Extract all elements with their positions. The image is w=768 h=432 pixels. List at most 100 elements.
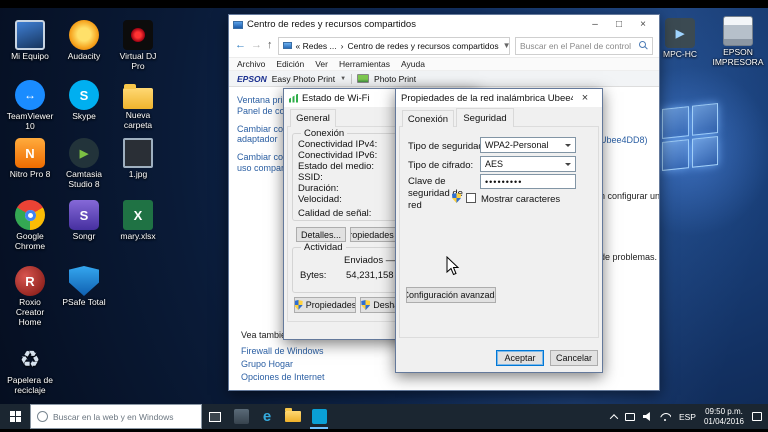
group-label: Conexión [301, 128, 348, 139]
back-button[interactable]: ← [235, 40, 246, 51]
network-window-title-bar[interactable]: Centro de redes y recursos compartidos –… [229, 15, 659, 34]
menu-bar: Archivo Edición Ver Herramientas Ayuda [229, 58, 659, 71]
close-button[interactable]: × [631, 15, 655, 34]
tray-wifi-icon[interactable] [660, 412, 671, 421]
properties-button[interactable]: Propiedades [294, 297, 356, 313]
label-ssid: SSID: [298, 172, 323, 183]
desktop-icon-audacity[interactable]: Audacity [58, 20, 110, 62]
label-ipv4: Conectividad IPv4: [298, 139, 378, 150]
label-ipv6: Conectividad IPv6: [298, 150, 378, 161]
forward-button[interactable]: → [251, 40, 262, 51]
epson-logo: EPSON [237, 73, 267, 84]
uac-shield-icon [361, 300, 371, 310]
network-icon [282, 42, 292, 49]
cancel-button[interactable]: Cancelar [550, 350, 598, 366]
start-button[interactable] [0, 404, 30, 429]
desktop-icon-mpc-hc[interactable]: ▶ MPC-HC [654, 18, 706, 60]
properties-dialog-title-bar[interactable]: Propiedades de la red inalámbrica Ubee4D… [396, 89, 602, 107]
tray-time: 09:50 p.m. [705, 406, 743, 416]
desktop-icon-1jpg[interactable]: 1.jpg [112, 138, 164, 180]
icon-label: EPSON IMPRESORA [712, 47, 764, 67]
chevron-down-icon[interactable]: ▼ [340, 76, 346, 82]
taskbar-search-box[interactable]: Buscar en la web y en Windows [30, 404, 202, 429]
breadcrumb-parent[interactable]: « Redes ... [296, 41, 337, 51]
desktop-icon-mi-equipo[interactable]: Mi Equipo [4, 20, 56, 62]
icon-label: Roxio Creator Home [15, 297, 45, 327]
window-caption-buttons: – □ × [583, 15, 655, 34]
tray-clock[interactable]: 09:50 p.m. 01/04/2016 [704, 407, 744, 427]
icon-glyph: S [79, 87, 89, 103]
system-tray: ESP 09:50 p.m. 01/04/2016 [605, 404, 768, 429]
link-firewall[interactable]: Firewall de Windows [241, 345, 325, 358]
photo-print-button[interactable]: Photo Print [374, 74, 416, 84]
desktop-icon-chrome[interactable]: Google Chrome [4, 200, 56, 252]
minimize-button[interactable]: – [583, 15, 607, 34]
uac-shield-icon [295, 300, 303, 310]
window-title: Centro de redes y recursos compartidos [247, 19, 416, 30]
menu-ayuda[interactable]: Ayuda [401, 59, 425, 69]
troubleshoot-text-fragment: de problemas. [600, 252, 658, 262]
menu-archivo[interactable]: Archivo [237, 59, 265, 69]
taskbar-app-file-explorer[interactable] [280, 404, 306, 429]
close-icon[interactable]: × [573, 89, 597, 107]
link-homegroup[interactable]: Grupo Hogar [241, 358, 325, 371]
icon-glyph: ▶ [79, 147, 89, 160]
desktop-icon-nitro[interactable]: N Nitro Pro 8 [4, 138, 56, 180]
menu-ver[interactable]: Ver [315, 59, 328, 69]
desktop-icon-teamviewer[interactable]: ↔ TeamViewer 10 [4, 80, 56, 132]
link-internet-options[interactable]: Opciones de Internet [241, 371, 325, 384]
menu-edicion[interactable]: Edición [276, 59, 304, 69]
taskbar-app-active[interactable] [306, 404, 332, 429]
tray-display-icon[interactable] [624, 412, 635, 421]
desktop-icon-recycle-bin[interactable]: ♻ Papelera de reciclaje [4, 344, 56, 396]
tray-language-indicator[interactable]: ESP [679, 412, 696, 422]
label-duration: Duración: [298, 183, 339, 194]
address-dropdown-icon[interactable]: ▼ [503, 41, 509, 50]
tray-date: 01/04/2016 [703, 416, 744, 426]
tab-general[interactable]: General [290, 109, 336, 127]
ok-button[interactable]: Aceptar [496, 350, 544, 366]
label-security-type: Tipo de seguridad: [408, 141, 487, 152]
details-button[interactable]: Detalles... [296, 227, 346, 242]
notification-center-icon[interactable] [752, 412, 762, 421]
desktop-icon-camtasia[interactable]: ▶ Camtasia Studio 8 [58, 138, 110, 190]
task-view-icon [209, 411, 221, 422]
taskbar-app-1[interactable] [228, 404, 254, 429]
desktop-icon-virtualdj[interactable]: Virtual DJ Pro [112, 20, 164, 72]
control-panel-search-input[interactable]: Buscar en el Panel de control [515, 36, 653, 55]
desktop-icon-songr[interactable]: S Songr [58, 200, 110, 242]
breadcrumb-current[interactable]: Centro de redes y recursos compartidos [347, 41, 498, 51]
security-type-select[interactable]: WPA2-Personal [480, 137, 576, 153]
epson-product-menu[interactable]: Easy Photo Print [272, 74, 335, 84]
desktop-icon-mary-xlsx[interactable]: X mary.xlsx [112, 200, 164, 242]
tab-conexion[interactable]: Conexión [402, 110, 454, 127]
taskbar-app-edge[interactable]: e [254, 404, 280, 429]
icon-label: Songr [72, 231, 96, 241]
tab-seguridad[interactable]: Seguridad [456, 108, 514, 127]
task-view-button[interactable] [202, 404, 228, 429]
cipher-type-select[interactable]: AES [480, 156, 576, 172]
nitro-icon: N [15, 138, 45, 168]
desktop-icon-skype[interactable]: S Skype [58, 80, 110, 122]
taskbar: Buscar en la web y en Windows e ESP 09:5… [0, 404, 768, 429]
tray-expand-icon[interactable] [609, 413, 619, 423]
cortana-search-icon [37, 411, 48, 422]
computer-icon [15, 20, 45, 50]
desktop-icon-psafe[interactable]: PSafe Total [58, 266, 110, 308]
tray-volume-icon[interactable] [642, 412, 650, 421]
maximize-button[interactable]: □ [607, 15, 631, 34]
connection-link-fragment[interactable]: (Ubee4DD8) [597, 135, 648, 145]
icon-label: Skype [72, 111, 96, 121]
network-key-input[interactable]: ••••••••• [480, 174, 576, 189]
up-button[interactable]: ↑ [267, 40, 273, 51]
breadcrumb[interactable]: « Redes ... › Centro de redes y recursos… [277, 36, 510, 55]
desktop-icon-nueva-carpeta[interactable]: Nueva carpeta [112, 80, 164, 131]
show-characters-checkbox[interactable] [466, 193, 476, 203]
selected-value: AES [485, 159, 504, 169]
menu-herramientas[interactable]: Herramientas [339, 59, 390, 69]
desktop-icon-epson-impresora[interactable]: EPSON IMPRESORA [710, 16, 766, 68]
advanced-settings-button[interactable]: Configuración avanzada [406, 287, 496, 303]
icon-label: MPC-HC [663, 49, 697, 59]
desktop-icon-roxio[interactable]: R Roxio Creator Home [4, 266, 56, 327]
selected-value: WPA2-Personal [485, 140, 549, 150]
